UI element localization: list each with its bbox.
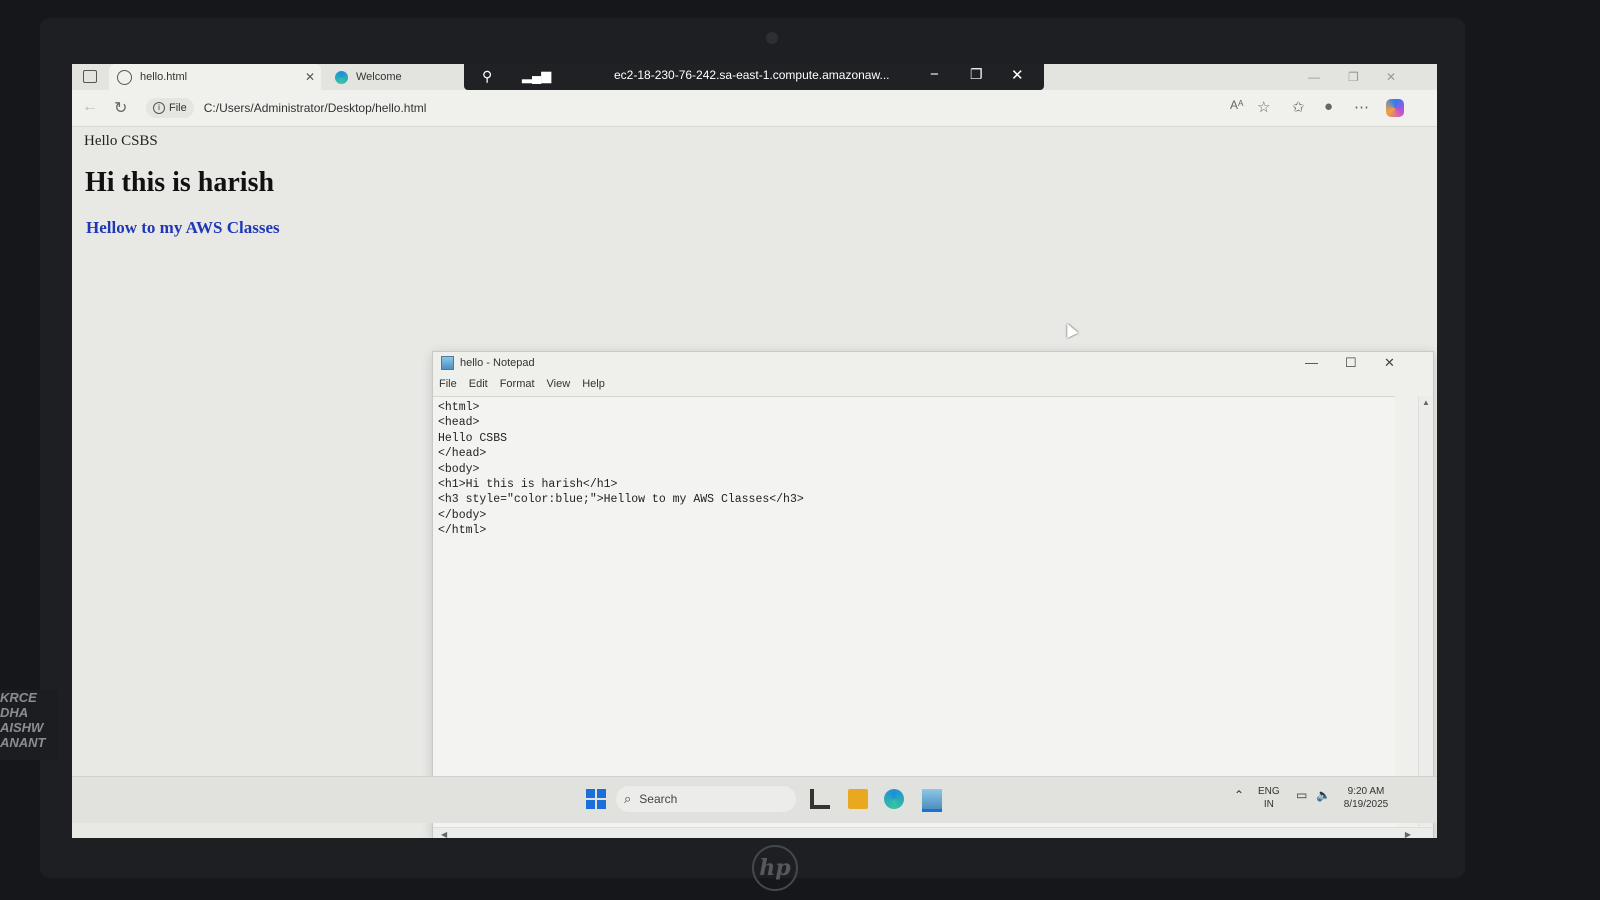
edge-icon: [335, 70, 348, 84]
code-line: <html>: [438, 401, 480, 414]
network-icon[interactable]: ▭: [1296, 789, 1307, 802]
horizontal-scrollbar[interactable]: ◀ ▶: [433, 827, 1433, 838]
notepad-window: hello - Notepad — ☐ ✕ File Edit Format V…: [432, 351, 1434, 838]
vertical-scrollbar[interactable]: ▲ ▼: [1418, 396, 1433, 826]
rdp-connection-bar: ⚲ ▂▄▆ ec2-18-230-76-242.sa-east-1.comput…: [464, 64, 1044, 90]
scroll-right-icon[interactable]: ▶: [1405, 830, 1411, 838]
sticker-line: KRCE: [0, 690, 37, 705]
code-line: Hello CSBS: [438, 431, 508, 445]
minimize-icon[interactable]: —: [1305, 355, 1318, 370]
close-icon[interactable]: ✕: [1011, 66, 1024, 84]
sticker-line: AISHW: [0, 720, 44, 735]
notepad-editor[interactable]: <html> <head> Hello CSBS </head> <body> …: [433, 396, 1395, 827]
profile-icon[interactable]: ●: [1324, 98, 1333, 115]
lang-top: ENG: [1258, 786, 1280, 797]
screen: hello.html ✕ Welcome — ❐ ✕ ⚲ ▂▄▆ ec2-18-…: [72, 64, 1437, 838]
webcam: [766, 32, 778, 44]
close-tab-icon[interactable]: ✕: [305, 70, 315, 84]
maximize-icon[interactable]: ☐: [1345, 355, 1357, 371]
minimize-icon[interactable]: −: [930, 66, 939, 83]
file-badge[interactable]: i File: [146, 98, 194, 118]
address-toolbar: ← ↻ i File C:/Users/Administrator/Deskto…: [72, 90, 1437, 127]
code-line: <h3 style="color:blue;">Hellow to my AWS…: [438, 493, 804, 507]
menu-format[interactable]: Format: [500, 378, 535, 390]
back-icon[interactable]: ←: [82, 98, 98, 116]
restore-icon[interactable]: ❐: [1348, 70, 1359, 84]
scroll-up-icon[interactable]: ▲: [1422, 398, 1430, 407]
close-icon[interactable]: ✕: [1384, 355, 1395, 371]
edge-icon[interactable]: [884, 789, 904, 809]
notepad-menu: File Edit Format View Help: [433, 374, 1433, 394]
tab-label: Welcome: [356, 71, 402, 83]
notepad-icon: [441, 356, 454, 370]
code-line: </body>: [438, 508, 487, 522]
volume-icon[interactable]: 🔈: [1316, 789, 1331, 802]
notepad-titlebar[interactable]: hello - Notepad: [433, 352, 1433, 374]
signal-icon[interactable]: ▂▄▆: [522, 68, 551, 84]
unpin-icon[interactable]: ⚲: [482, 68, 492, 85]
file-badge-label: File: [169, 102, 187, 114]
more-icon[interactable]: ⋯: [1354, 98, 1369, 116]
mouse-cursor-icon: [1061, 321, 1079, 338]
tab-label: hello.html: [140, 71, 188, 83]
close-icon[interactable]: ✕: [1386, 70, 1396, 84]
menu-view[interactable]: View: [547, 378, 571, 390]
minimize-icon[interactable]: —: [1308, 70, 1320, 84]
read-aloud-icon[interactable]: Aᴬ: [1230, 98, 1243, 112]
copilot-icon[interactable]: [1386, 99, 1404, 117]
tab-welcome[interactable]: Welcome: [327, 64, 467, 90]
search-icon: ⌕: [624, 791, 632, 806]
taskbar: ⌕ Search ⌃ ENG IN ▭ 🔈 9:20 AM 8/19/2025: [72, 776, 1437, 823]
page-subheading: Hellow to my AWS Classes: [86, 218, 280, 237]
menu-edit[interactable]: Edit: [469, 378, 488, 390]
search-label: Search: [639, 792, 678, 806]
clock[interactable]: 9:20 AM 8/19/2025: [1338, 785, 1394, 811]
clock-time: 9:20 AM: [1347, 786, 1385, 797]
notepad-title: hello - Notepad: [460, 357, 535, 369]
globe-icon: [117, 69, 132, 85]
clock-date: 8/19/2025: [1343, 799, 1389, 810]
sticker: KRCE DHA AISHW ANANT: [0, 690, 58, 760]
restore-icon[interactable]: ❐: [970, 66, 983, 83]
code-line: <head>: [438, 416, 480, 430]
url-text[interactable]: C:/Users/Administrator/Desktop/hello.htm…: [204, 101, 427, 115]
chevron-up-icon[interactable]: ⌃: [1234, 789, 1244, 802]
language-indicator[interactable]: ENG IN: [1258, 785, 1280, 811]
sticker-line: DHA: [0, 705, 29, 720]
taskbar-search[interactable]: ⌕ Search: [616, 786, 796, 812]
code-line: <h1>Hi this is harish</h1>: [438, 477, 618, 491]
windows-start-icon[interactable]: [586, 789, 606, 809]
sticker-line: ANANT: [0, 735, 46, 750]
file-explorer-icon[interactable]: [848, 789, 868, 809]
notepad-taskbar-icon[interactable]: [922, 789, 942, 812]
tab-hello-html[interactable]: hello.html ✕: [109, 64, 321, 90]
sidebar-toggle-icon[interactable]: [83, 70, 97, 83]
favorites-icon[interactable]: ✩: [1292, 98, 1305, 116]
page-heading: Hi this is harish: [85, 167, 275, 198]
menu-file[interactable]: File: [439, 378, 457, 390]
rdp-host: ec2-18-230-76-242.sa-east-1.compute.amaz…: [614, 68, 890, 82]
refresh-icon[interactable]: ↻: [114, 98, 127, 118]
lang-bottom: IN: [1263, 799, 1274, 810]
code-text: <html> <head> Hello CSBS </head> <body> …: [438, 400, 804, 539]
task-view-icon[interactable]: [810, 789, 830, 809]
favorite-star-icon[interactable]: ☆: [1257, 98, 1270, 116]
hp-logo: hp: [752, 845, 798, 891]
scroll-left-icon[interactable]: ◀: [441, 830, 447, 838]
info-icon: i: [153, 102, 165, 114]
code-line: <body>: [438, 462, 480, 476]
code-line: </html>: [438, 524, 487, 538]
web-page: Hello CSBS Hi this is harish Hellow to m…: [72, 127, 1437, 838]
page-text: Hello CSBS: [84, 133, 158, 149]
address-bar[interactable]: i File C:/Users/Administrator/Desktop/he…: [146, 96, 1206, 120]
menu-help[interactable]: Help: [582, 378, 605, 390]
code-line: </head>: [438, 447, 487, 461]
